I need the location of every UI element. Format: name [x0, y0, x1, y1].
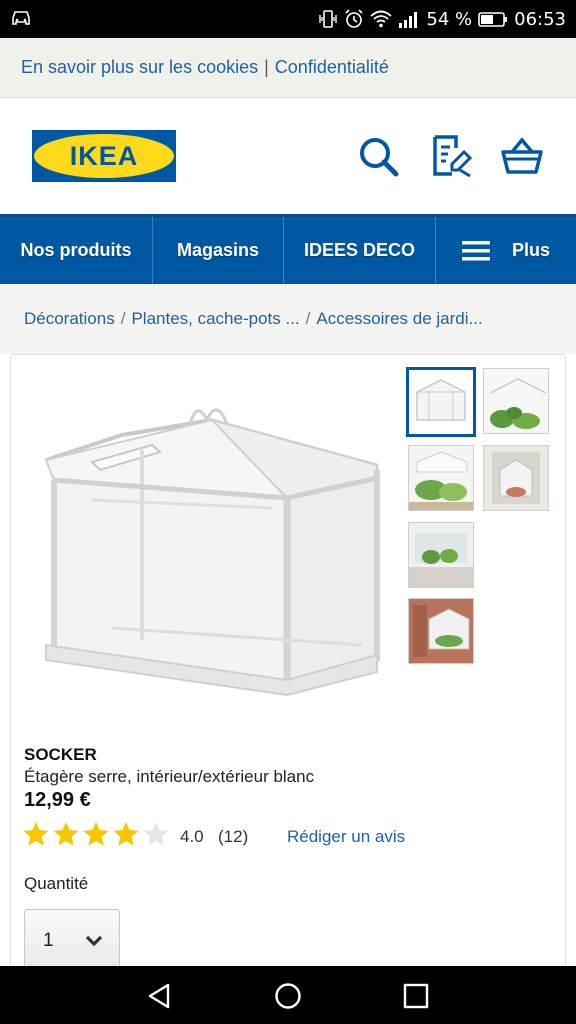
breadcrumb-separator: / [120, 309, 126, 328]
system-navigation-bar [0, 966, 576, 1024]
basket-icon[interactable] [500, 134, 544, 178]
thumbnail-image [409, 599, 473, 663]
quantity-select[interactable]: 1 [24, 909, 120, 971]
wifi-icon [370, 10, 392, 28]
nav-deco-ideas[interactable]: IDEES DECO [284, 217, 436, 284]
battery-text: 54 % [426, 8, 473, 30]
chevron-down-icon [85, 935, 103, 947]
star-filled-icon [53, 821, 79, 846]
thumbnail-image [409, 446, 473, 510]
thumbnail-4[interactable] [483, 445, 549, 511]
clock: 06:53 [514, 8, 566, 30]
privacy-link[interactable]: Confidentialité [275, 57, 389, 78]
signal-icon [399, 12, 418, 28]
alarm-icon [345, 9, 363, 28]
thumbnail-image [416, 379, 466, 421]
product-price: 12,99 € [24, 789, 91, 811]
thumbnail-image [484, 446, 548, 510]
breadcrumb-item[interactable]: Plantes, cache-pots ... [131, 309, 299, 329]
thumbnail-1[interactable] [406, 367, 476, 437]
breadcrumb: Décorations / Plantes, cache-pots ... / … [0, 284, 576, 354]
recents-icon[interactable] [402, 982, 430, 1010]
status-bar: 54 % 06:53 [0, 0, 576, 38]
cookies-link[interactable]: En savoir plus sur les cookies [21, 57, 258, 78]
nav-products[interactable]: Nos produits [0, 217, 153, 284]
menu-icon [461, 240, 490, 260]
car-icon [12, 11, 30, 25]
nav-more-label: Plus [511, 240, 550, 260]
nav-stores-label: Magasins [176, 240, 260, 260]
star-empty-icon [143, 821, 169, 846]
thumbnail-image [409, 523, 473, 587]
star-filled-icon [83, 821, 109, 846]
ikea-logo[interactable]: IKEA ® [32, 130, 176, 182]
nav-stores[interactable]: Magasins [153, 217, 284, 284]
rating-stars[interactable] [22, 820, 170, 848]
quantity-label: Quantité [24, 874, 89, 893]
product-main-image[interactable] [32, 390, 392, 710]
nav-products-label: Nos produits [20, 240, 132, 260]
product-description: Étagère serre, intérieur/extérieur blanc [24, 767, 315, 786]
cookie-bar: En savoir plus sur les cookies | Confide… [0, 38, 576, 98]
thumbnail-2[interactable] [483, 368, 549, 434]
quantity-value: 1 [43, 930, 54, 951]
thumbnail-image [484, 369, 548, 433]
vibrate-icon [319, 10, 338, 28]
battery-icon [478, 12, 508, 27]
star-filled-icon [23, 821, 49, 846]
nav-deco-label: IDEES DECO [303, 240, 416, 260]
svg-text:®: ® [169, 131, 175, 140]
product-name: SOCKER [24, 745, 97, 764]
cookie-separator: | [264, 57, 269, 77]
rating-count: (12) [218, 827, 249, 846]
write-review-link[interactable]: Rédiger un avis [287, 827, 405, 847]
svg-text:IKEA: IKEA [70, 141, 139, 171]
home-icon[interactable] [274, 982, 302, 1010]
thumbnail-5[interactable] [408, 522, 474, 588]
back-icon[interactable] [146, 982, 174, 1010]
star-filled-icon [113, 821, 139, 846]
thumbnail-3[interactable] [408, 445, 474, 511]
main-nav: Nos produits Magasins IDEES DECO Plus [0, 214, 576, 284]
search-icon[interactable] [356, 134, 400, 178]
shopping-list-icon[interactable] [430, 134, 474, 178]
rating-value: 4.0 [180, 827, 204, 846]
site-header: IKEA ® [0, 98, 576, 214]
breadcrumb-item[interactable]: Décorations [24, 309, 115, 329]
nav-more[interactable]: Plus [436, 217, 576, 284]
breadcrumb-item[interactable]: Accessoires de jardi... [316, 309, 482, 329]
breadcrumb-separator: / [305, 309, 311, 328]
thumbnail-6[interactable] [408, 598, 474, 664]
